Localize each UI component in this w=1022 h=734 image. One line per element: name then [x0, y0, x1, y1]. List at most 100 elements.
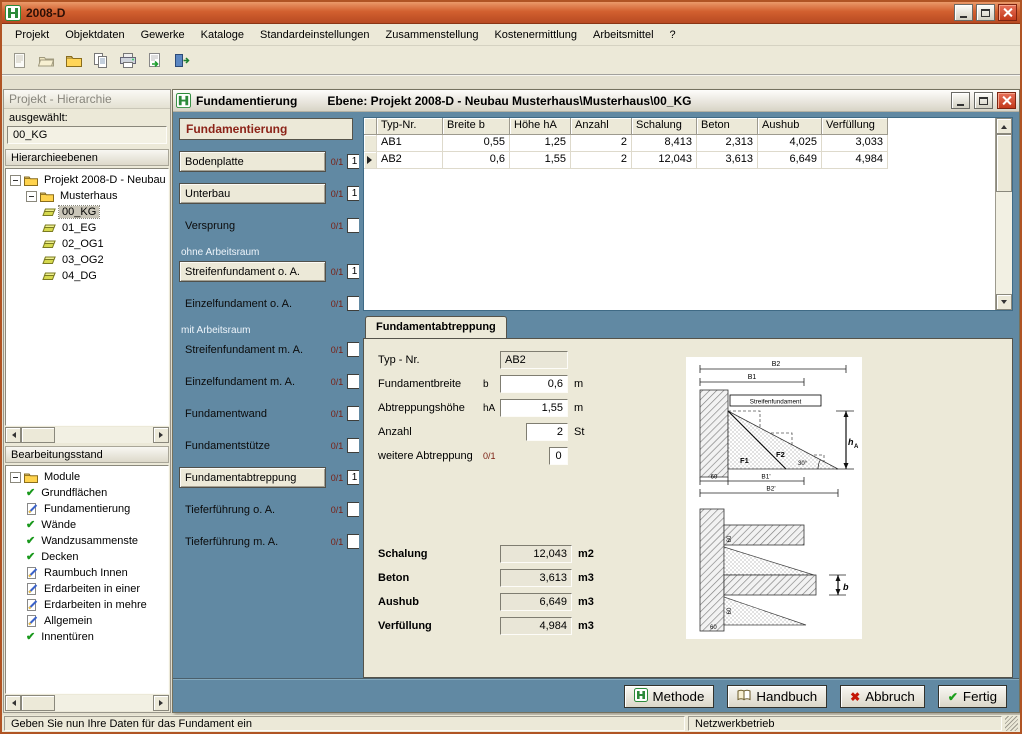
menu-item-[interactable]: ?: [662, 26, 684, 44]
tree-item-allgemein[interactable]: Allgemein: [6, 613, 168, 629]
grid-col-verfüllung[interactable]: Verfüllung: [822, 118, 888, 135]
grid-col-höhe-ha[interactable]: Höhe hA: [510, 118, 571, 135]
sidebar-item-count[interactable]: [347, 374, 359, 389]
tree-item-03-og2[interactable]: 03_OG2: [6, 252, 168, 268]
sidebar-item-streifenfundament-o-a[interactable]: Streifenfundament o. A.: [179, 261, 326, 282]
sidebar-item-unterbau[interactable]: Unterbau: [179, 183, 326, 204]
table-row[interactable]: AB20,61,55212,0433,6136,6494,984: [364, 152, 995, 169]
sidebar-item-streifenfundament-m-a[interactable]: Streifenfundament m. A.: [179, 339, 326, 360]
field-input[interactable]: 1,55: [500, 399, 568, 417]
sidebar-item-count[interactable]: [347, 296, 359, 311]
tree-expander-icon[interactable]: [26, 191, 37, 202]
table-row[interactable]: AB10,551,2528,4132,3134,0253,033: [364, 135, 995, 152]
grid-col-anzahl[interactable]: Anzahl: [571, 118, 632, 135]
methode-button[interactable]: Methode: [624, 685, 715, 708]
child-maximize-button[interactable]: [974, 92, 993, 109]
sidebar-item-row: Fundamentabtreppung0/11: [179, 467, 356, 488]
grid-col-beton[interactable]: Beton: [697, 118, 758, 135]
scroll-right-button[interactable]: [153, 695, 169, 711]
menu-item-objektdaten[interactable]: Objektdaten: [57, 26, 132, 44]
tree-item-wände[interactable]: ✔Wände: [6, 517, 168, 533]
sidebar-item-count[interactable]: 1: [347, 154, 359, 169]
sidebar-item-count[interactable]: 1: [347, 264, 359, 279]
tree-expander-icon[interactable]: [10, 175, 21, 186]
minimize-button[interactable]: [954, 4, 973, 21]
exit-icon[interactable]: [170, 49, 193, 72]
sidebar-item-fundamentabtreppung[interactable]: Fundamentabtreppung: [179, 467, 326, 488]
handbuch-button[interactable]: Handbuch: [727, 685, 827, 708]
menu-item-zusammenstellung[interactable]: Zusammenstellung: [378, 26, 487, 44]
sidebar-item-count[interactable]: [347, 502, 359, 517]
tree-expander-icon[interactable]: [10, 472, 21, 483]
sidebar-item-einzelfundament-o-a[interactable]: Einzelfundament o. A.: [179, 293, 326, 314]
field-input[interactable]: 2: [526, 423, 568, 441]
menu-item-projekt[interactable]: Projekt: [7, 26, 57, 44]
sidebar-item-count[interactable]: 1: [347, 470, 359, 485]
tree-item-decken[interactable]: ✔Decken: [6, 549, 168, 565]
scroll-down-button[interactable]: [996, 294, 1012, 310]
field-input[interactable]: 0,6: [500, 375, 568, 393]
export-icon[interactable]: [143, 49, 166, 72]
scroll-left-button[interactable]: [5, 427, 21, 443]
scroll-track[interactable]: [996, 192, 1012, 294]
sidebar-item-versprung[interactable]: Versprung: [179, 215, 326, 236]
menu-item-kostenermittlung[interactable]: Kostenermittlung: [486, 26, 585, 44]
menu-item-standardeinstellungen[interactable]: Standardeinstellungen: [252, 26, 377, 44]
copy-icon[interactable]: [89, 49, 112, 72]
tree-item-fundamentierung[interactable]: Fundamentierung: [6, 501, 168, 517]
sidebar-item-count[interactable]: [347, 342, 359, 357]
scroll-thumb[interactable]: [21, 427, 55, 443]
tree-item-01-eg[interactable]: 01_EG: [6, 220, 168, 236]
field-input[interactable]: 0: [549, 447, 568, 465]
menu-item-kataloge[interactable]: Kataloge: [193, 26, 252, 44]
sidebar-item-count[interactable]: [347, 438, 359, 453]
tree-item-erdarbeiten-in-einer[interactable]: Erdarbeiten in einer: [6, 581, 168, 597]
tree-item-innentüren[interactable]: ✔Innentüren: [6, 629, 168, 645]
tree-item-raumbuch-innen[interactable]: Raumbuch Innen: [6, 565, 168, 581]
scroll-left-button[interactable]: [5, 695, 21, 711]
fertig-button[interactable]: ✔Fertig: [938, 685, 1007, 708]
sidebar-item-count[interactable]: [347, 534, 359, 549]
tab-fundamentabtreppung[interactable]: Fundamentabtreppung: [365, 316, 507, 338]
grid-col-schalung[interactable]: Schalung: [632, 118, 697, 135]
grid-col-typ-nr[interactable]: Typ-Nr.: [377, 118, 443, 135]
child-minimize-button[interactable]: [951, 92, 970, 109]
tree-item-04-dg[interactable]: 04_DG: [6, 268, 168, 284]
menu-item-arbeitsmittel[interactable]: Arbeitsmittel: [585, 26, 662, 44]
folder-icon[interactable]: [62, 49, 85, 72]
scroll-track[interactable]: [55, 695, 153, 711]
tree-item-02-og1[interactable]: 02_OG1: [6, 236, 168, 252]
sidebar-item-count[interactable]: [347, 218, 359, 233]
grid-col-aushub[interactable]: Aushub: [758, 118, 822, 135]
menu-item-gewerke[interactable]: Gewerke: [133, 26, 193, 44]
scroll-thumb[interactable]: [21, 695, 55, 711]
tree-item-module[interactable]: Module: [6, 469, 168, 485]
sidebar-item-fundamentwand[interactable]: Fundamentwand: [179, 403, 326, 424]
abbruch-button[interactable]: ✖Abbruch: [840, 685, 925, 708]
close-button[interactable]: [998, 4, 1017, 21]
child-close-button[interactable]: [997, 92, 1016, 109]
tree-item-wandzusammenste[interactable]: ✔Wandzusammenste: [6, 533, 168, 549]
grid-col-breite-b[interactable]: Breite b: [443, 118, 510, 135]
scroll-up-button[interactable]: [996, 118, 1012, 134]
scroll-right-button[interactable]: [153, 427, 169, 443]
tree-item-projekt-2008-d-neubau[interactable]: Projekt 2008-D - Neubau: [6, 172, 168, 188]
scroll-track[interactable]: [55, 427, 153, 443]
sidebar-item-bodenplatte[interactable]: Bodenplatte: [179, 151, 326, 172]
maximize-button[interactable]: [976, 4, 995, 21]
sidebar-item-einzelfundament-m-a[interactable]: Einzelfundament m. A.: [179, 371, 326, 392]
tree-item-00-kg[interactable]: 00_KG: [6, 204, 168, 220]
resize-grip[interactable]: [1005, 716, 1018, 731]
tree-item-musterhaus[interactable]: Musterhaus: [6, 188, 168, 204]
scroll-thumb[interactable]: [996, 134, 1012, 192]
sidebar-item-fundamentstütze[interactable]: Fundamentstütze: [179, 435, 326, 456]
sidebar-item-tieferführung-m-a[interactable]: Tieferführung m. A.: [179, 531, 326, 552]
sidebar-item-tieferführung-o-a[interactable]: Tieferführung o. A.: [179, 499, 326, 520]
print-icon[interactable]: [116, 49, 139, 72]
tree-item-grundflächen[interactable]: ✔Grundflächen: [6, 485, 168, 501]
new-document-icon[interactable]: [8, 49, 31, 72]
sidebar-item-count[interactable]: [347, 406, 359, 421]
open-project-icon[interactable]: [35, 49, 58, 72]
tree-item-erdarbeiten-in-mehre[interactable]: Erdarbeiten in mehre: [6, 597, 168, 613]
sidebar-item-count[interactable]: 1: [347, 186, 359, 201]
